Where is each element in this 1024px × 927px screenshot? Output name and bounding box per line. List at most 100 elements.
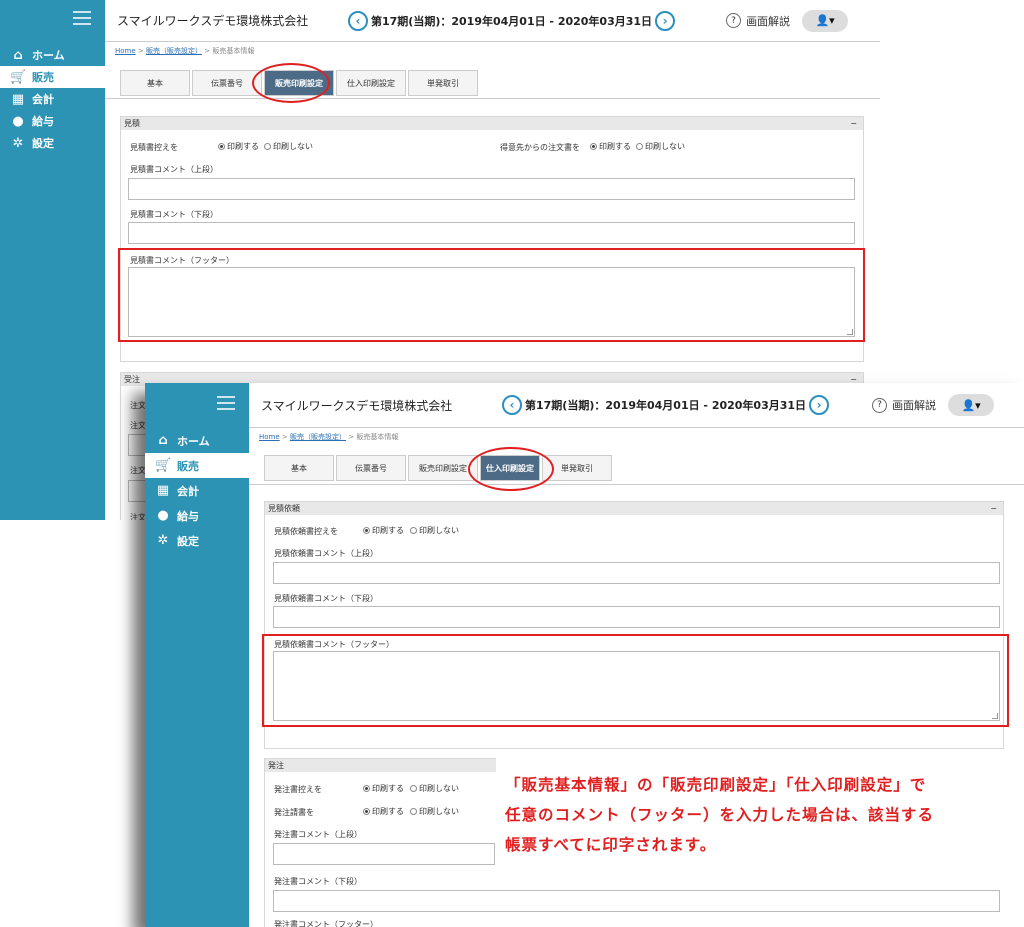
radio-icon — [410, 785, 417, 792]
question-icon: ? — [726, 13, 742, 28]
calculator-icon: ▦ — [11, 91, 25, 107]
sidebar-item-home[interactable]: ⌂ ホーム — [0, 44, 105, 66]
breadcrumb-parent[interactable]: 販売（販売設定） — [290, 433, 346, 441]
radio-icon — [410, 527, 417, 534]
order-label: 注文 — [130, 421, 146, 430]
comment-top-label: 見積書コメント（上段） — [130, 165, 218, 174]
chevron-left-icon[interactable]: ‹ — [348, 10, 368, 31]
money-bag-icon: ● — [157, 508, 169, 523]
explanation-caption: 「販売基本情報」の「販売印刷設定」「仕入印刷設定」で 任意のコメント（フッター）… — [505, 770, 1015, 860]
sidebar-item-home[interactable]: ⌂ ホーム — [145, 428, 249, 453]
customer-order-noprint-radio[interactable]: 印刷しない — [636, 141, 685, 152]
user-icon: 👤▾ — [815, 14, 835, 27]
caption-line-1: 「販売基本情報」の「販売印刷設定」「仕入印刷設定」で — [505, 776, 927, 794]
home-icon: ⌂ — [13, 47, 23, 63]
quote-request-print-radio[interactable]: 印刷する — [363, 525, 404, 536]
caption-line-2: 任意のコメント（フッター）を入力した場合は、該当する — [505, 806, 935, 824]
order-request-label: 発注請書を — [274, 808, 314, 817]
hamburger-menu-icon[interactable] — [73, 11, 91, 25]
money-bag-icon: ● — [12, 113, 24, 129]
customer-order-print-radio[interactable]: 印刷する — [590, 141, 631, 152]
hamburger-menu-icon[interactable] — [217, 396, 235, 410]
cart-icon: 🛒 — [10, 69, 27, 85]
company-name: スマイルワークスデモ環境株式会社 — [117, 14, 309, 28]
period-selector: ‹ 第17期(当期)：2019年04月01日 - 2020年03月31日 › — [345, 10, 678, 31]
highlight-box — [262, 634, 1009, 727]
quote-request-copy-label: 見積依頼書控えを — [274, 527, 338, 536]
tab-purchase-print[interactable]: 仕入印刷設定 — [336, 70, 406, 96]
company-name: スマイルワークスデモ環境株式会社 — [261, 398, 453, 413]
sidebar-item-accounting[interactable]: ▦ 会計 — [145, 478, 249, 503]
order-comment-bottom-input[interactable] — [273, 890, 1000, 912]
sidebar-item-sales[interactable]: 🛒 販売 — [145, 453, 249, 478]
tab-bar: 基本 伝票番号 販売印刷設定 仕入印刷設定 単発取引 — [264, 455, 614, 481]
chevron-left-icon[interactable]: ‹ — [502, 395, 522, 415]
order-request-print-radio[interactable]: 印刷する — [363, 806, 404, 817]
sidebar: ⌂ ホーム 🛒 販売 ▦ 会計 ● 給与 ✲ 設定 — [0, 0, 105, 520]
comment-bottom-input[interactable] — [273, 606, 1000, 628]
comment-bottom-input[interactable] — [128, 222, 855, 244]
tab-one-time-deal[interactable]: 単発取引 — [408, 70, 478, 96]
caption-line-3: 帳票すべてに印字されます。 — [505, 836, 717, 854]
breadcrumb-parent[interactable]: 販売（販売設定） — [146, 47, 202, 55]
sidebar-item-accounting[interactable]: ▦ 会計 — [0, 88, 105, 110]
user-menu-button[interactable]: 👤▾ — [948, 394, 995, 416]
sidebar-item-sales[interactable]: 🛒 販売 — [0, 66, 105, 88]
help-link[interactable]: ? 画面解説 — [726, 13, 790, 29]
section-header: 見積 − — [121, 117, 863, 130]
sidebar-item-settings[interactable]: ✲ 設定 — [145, 528, 249, 553]
radio-selected-icon — [590, 143, 597, 150]
radio-icon — [264, 143, 271, 150]
order-comment-footer-label: 発注書コメント（フッター） — [274, 920, 378, 927]
breadcrumb-current: 販売基本情報 — [356, 433, 399, 441]
help-link[interactable]: ? 画面解説 — [872, 397, 936, 413]
radio-selected-icon — [363, 785, 370, 792]
question-icon: ? — [872, 397, 888, 413]
collapse-icon[interactable]: − — [990, 504, 997, 513]
order-copy-print-radio[interactable]: 印刷する — [363, 783, 404, 794]
estimate-copy-print-radio[interactable]: 印刷する — [218, 141, 259, 152]
radio-icon — [636, 143, 643, 150]
chevron-right-icon[interactable]: › — [809, 395, 830, 415]
order-comment-bottom-label: 発注書コメント（下段） — [274, 877, 362, 886]
breadcrumb-home[interactable]: Home — [115, 47, 136, 55]
user-icon: 👤▾ — [961, 398, 981, 412]
comment-bottom-label: 見積依頼書コメント（下段） — [274, 594, 378, 603]
order-label: 注文 — [130, 401, 146, 410]
order-copy-noprint-radio[interactable]: 印刷しない — [410, 783, 459, 794]
estimate-copy-noprint-radio[interactable]: 印刷しない — [264, 141, 313, 152]
radio-selected-icon — [363, 527, 370, 534]
highlight-box — [118, 248, 865, 342]
sidebar-item-payroll[interactable]: ● 給与 — [0, 110, 105, 132]
header: スマイルワークスデモ環境株式会社 ‹ 第17期(当期)：2019年04月01日 … — [105, 0, 880, 42]
breadcrumb: Home > 販売（販売設定） > 販売基本情報 — [115, 47, 255, 55]
customer-order-label: 得意先からの注文書を — [500, 143, 580, 152]
order-label: 注文 — [130, 513, 146, 520]
breadcrumb-home[interactable]: Home — [259, 433, 280, 441]
breadcrumb-current: 販売基本情報 — [212, 47, 255, 55]
sidebar: ⌂ ホーム 🛒 販売 ▦ 会計 ● 給与 ✲ 設定 — [145, 383, 249, 927]
radio-selected-icon — [218, 143, 225, 150]
sidebar-item-payroll[interactable]: ● 給与 — [145, 503, 249, 528]
tab-slip-number[interactable]: 伝票番号 — [336, 455, 406, 481]
period-label: 第17期(当期)：2019年04月01日 - 2020年03月31日 — [371, 14, 653, 28]
comment-top-input[interactable] — [128, 178, 855, 200]
comment-top-input[interactable] — [273, 562, 1000, 584]
period-selector: ‹ 第17期(当期)：2019年04月01日 - 2020年03月31日 › — [499, 395, 832, 415]
chevron-right-icon[interactable]: › — [655, 10, 676, 31]
collapse-icon[interactable]: − — [850, 119, 857, 128]
gear-icon: ✲ — [157, 533, 169, 548]
header: スマイルワークスデモ環境株式会社 ‹ 第17期(当期)：2019年04月01日 … — [249, 383, 1024, 428]
order-request-noprint-radio[interactable]: 印刷しない — [410, 806, 459, 817]
tab-basic[interactable]: 基本 — [264, 455, 334, 481]
comment-bottom-label: 見積書コメント（下段） — [130, 210, 218, 219]
quote-request-noprint-radio[interactable]: 印刷しない — [410, 525, 459, 536]
section-header: 見積依頼 − — [265, 502, 1003, 515]
user-menu-button[interactable]: 👤▾ — [802, 9, 849, 32]
tab-basic[interactable]: 基本 — [120, 70, 190, 96]
order-copy-label: 発注書控えを — [274, 785, 322, 794]
gear-icon: ✲ — [12, 135, 24, 151]
cart-icon: 🛒 — [155, 458, 172, 473]
sidebar-item-settings[interactable]: ✲ 設定 — [0, 132, 105, 154]
order-comment-top-input[interactable] — [273, 843, 495, 865]
